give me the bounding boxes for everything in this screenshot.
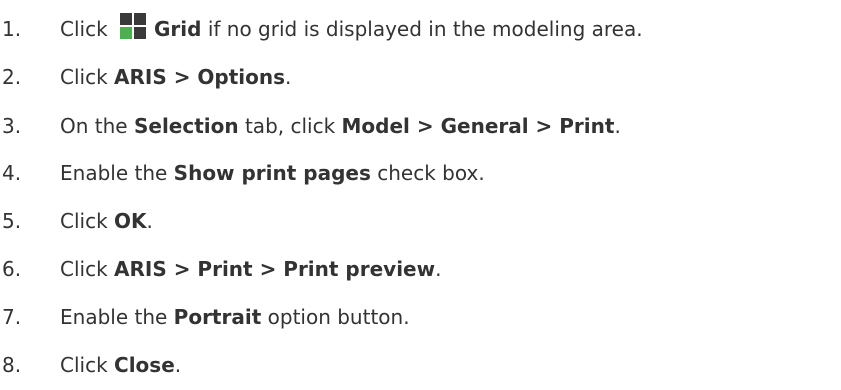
step-number: 2. (2, 65, 22, 89)
step-text: Enable the Show print pages check box. (60, 161, 485, 185)
step-text-segment: Click (60, 353, 115, 377)
step-text-segment: . (435, 257, 442, 281)
step-number: 8. (2, 353, 22, 377)
step-5: 5. Click OK. (0, 197, 153, 245)
step-text-segment: . (614, 114, 621, 138)
step-text-segment: Click (60, 257, 115, 281)
step-number: 3. (2, 114, 22, 138)
step-2: 2. Click ARIS > Options. (0, 53, 291, 101)
step-text-segment: Click (60, 209, 115, 233)
step-text: On the Selection tab, click Model > Gene… (60, 114, 621, 138)
step-text-segment: On the (60, 114, 134, 138)
step-7: 7. Enable the Portrait option button. (0, 293, 410, 341)
step-number: 5. (2, 209, 22, 233)
step-text-segment: . (174, 353, 182, 377)
ui-term: Model > General > Print (341, 114, 615, 138)
step-number: 6. (2, 257, 22, 281)
ui-term: Close (114, 353, 175, 377)
step-text-segment: if no grid is displayed in the modeling … (201, 17, 643, 41)
ui-term: ARIS > Print > Print preview (114, 257, 436, 281)
step-text: Click OK. (60, 209, 153, 233)
step-number: 7. (2, 305, 22, 329)
step-text: Click ARIS > Print > Print preview. (60, 257, 441, 281)
step-text: Click Close. (60, 353, 181, 377)
ui-term: ARIS > Options (114, 65, 286, 89)
step-text-segment: option button. (261, 305, 410, 329)
step-text: Click Grid if no grid is displayed in th… (60, 13, 643, 42)
step-text-segment: . (285, 65, 292, 89)
step-text-segment: check box. (370, 161, 485, 185)
step-6: 6. Click ARIS > Print > Print preview. (0, 245, 441, 293)
step-8: 8. Click Close. (0, 341, 181, 389)
step-4: 4. Enable the Show print pages check box. (0, 149, 485, 197)
ui-term: Portrait (173, 305, 262, 329)
step-number: 1. (2, 17, 22, 41)
grid-icon (120, 13, 147, 39)
step-text-segment: . (146, 209, 153, 233)
step-text-segment: Click (60, 65, 115, 89)
ui-term: OK (114, 209, 147, 233)
step-number: 4. (2, 161, 22, 185)
step-1: 1. Click Grid if no grid is displayed in … (0, 5, 643, 53)
step-text-segment: Enable the (60, 161, 174, 185)
step-3: 3. On the Selection tab, click Model > Ge… (0, 102, 621, 150)
ui-term: Show print pages (173, 161, 371, 185)
step-text-segment: Enable the (60, 305, 174, 329)
ui-term: Selection (133, 114, 239, 138)
step-text: Click ARIS > Options. (60, 65, 291, 89)
step-text-segment: Click (60, 17, 115, 41)
step-text-segment: tab, click (238, 114, 342, 138)
ui-term: Grid (154, 17, 202, 41)
step-text: Enable the Portrait option button. (60, 305, 410, 329)
